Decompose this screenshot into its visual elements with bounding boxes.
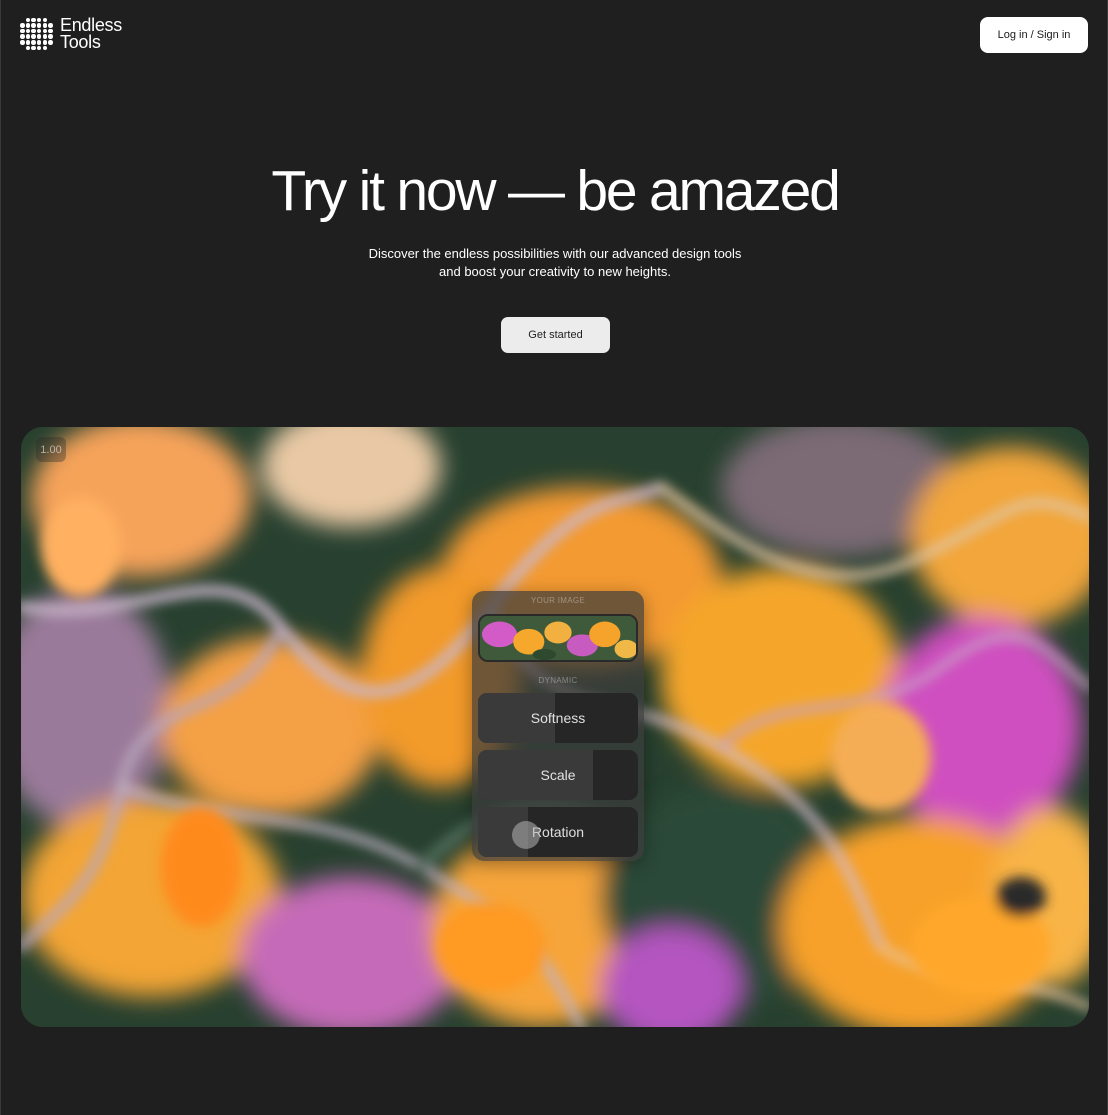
demo-canvas[interactable]: 1.00 YOUR IMAGE DYNAMIC Softness Scale R… xyxy=(21,427,1089,1027)
brand-name: Endless Tools xyxy=(60,16,122,52)
brand-logo[interactable]: Endless Tools xyxy=(20,16,122,52)
hero-subtitle-line-1: Discover the endless possibilities with … xyxy=(368,246,742,261)
image-thumbnail[interactable] xyxy=(478,614,638,662)
hero-title: Try it now — be amazed xyxy=(271,159,840,223)
softness-slider-label: Softness xyxy=(530,710,586,726)
dots-grid-icon xyxy=(20,17,53,51)
brand-name-line-2: Tools xyxy=(60,32,101,52)
hero-subtitle-line-2: and boost your creativity to new heights… xyxy=(439,264,671,279)
login-button[interactable]: Log in / Sign in xyxy=(980,17,1088,53)
zoom-level-badge: 1.00 xyxy=(36,437,66,462)
dynamic-section-label: DYNAMIC xyxy=(538,676,578,685)
softness-slider[interactable]: Softness xyxy=(478,693,638,743)
get-started-button[interactable]: Get started xyxy=(501,317,610,353)
flower-thumbnail-image xyxy=(480,616,636,660)
scale-slider-label: Scale xyxy=(540,767,576,783)
landing-page: Endless Tools Log in / Sign in Try it no… xyxy=(0,0,1108,1115)
rotation-slider[interactable]: Rotation xyxy=(478,807,638,857)
scale-slider[interactable]: Scale xyxy=(478,750,638,800)
your-image-label: YOUR IMAGE xyxy=(530,596,586,605)
pointer-cursor-icon xyxy=(512,821,540,849)
rotation-slider-label: Rotation xyxy=(531,824,585,840)
hero-subtitle: Discover the endless possibilities with … xyxy=(1,245,1108,281)
controls-panel: YOUR IMAGE DYNAMIC Softness Scale Rotati… xyxy=(472,591,644,861)
